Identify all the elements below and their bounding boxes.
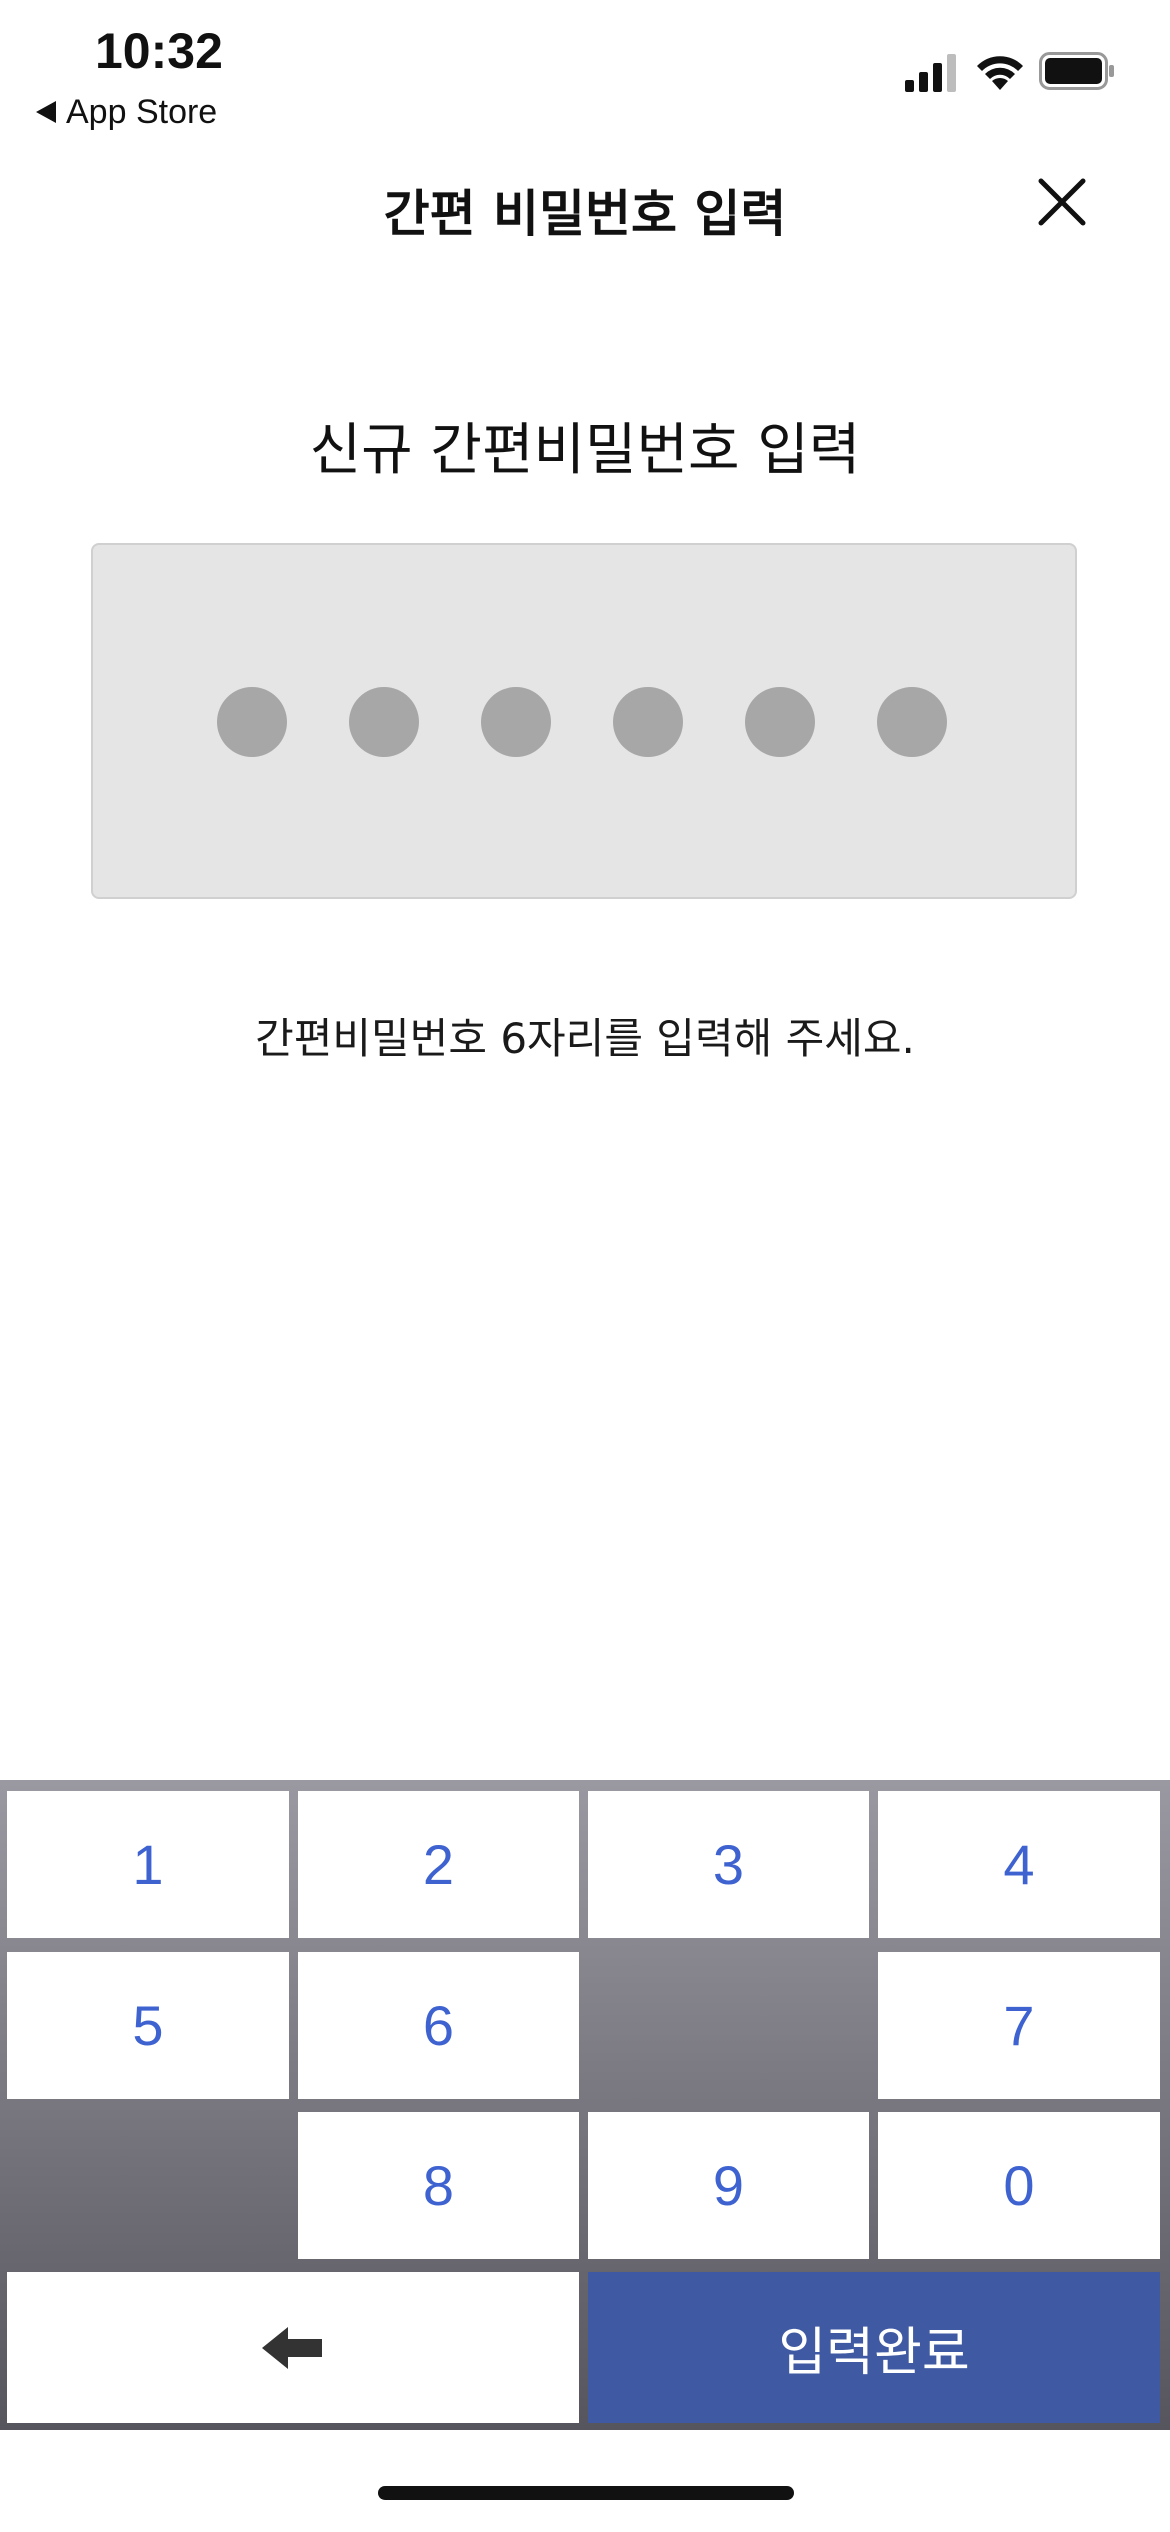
status-bar: 10:32 App Store xyxy=(0,0,1170,140)
pin-dot xyxy=(877,687,947,757)
confirm-button[interactable]: 입력완료 xyxy=(588,2272,1160,2423)
pin-dot xyxy=(613,687,683,757)
pin-input-box xyxy=(91,543,1077,899)
home-indicator xyxy=(378,2486,794,2500)
wifi-icon xyxy=(977,56,1023,90)
backspace-button[interactable] xyxy=(7,2272,579,2423)
pin-dot xyxy=(745,687,815,757)
key-4[interactable]: 4 xyxy=(878,1791,1160,1938)
key-2[interactable]: 2 xyxy=(298,1791,579,1938)
nav-bar: 간편 비밀번호 입력 xyxy=(0,140,1170,270)
status-time: 10:32 xyxy=(95,23,223,79)
key-8[interactable]: 8 xyxy=(298,2112,579,2259)
backspace-arrow-icon xyxy=(262,2326,322,2369)
pin-dot xyxy=(349,687,419,757)
page-title: 간편 비밀번호 입력 xyxy=(383,185,787,243)
section-title: 신규 간편비밀번호 입력 xyxy=(309,418,861,483)
key-1[interactable]: 1 xyxy=(7,1791,289,1938)
cellular-signal-icon xyxy=(905,54,956,92)
pin-dot xyxy=(481,687,551,757)
key-7[interactable]: 7 xyxy=(878,1952,1160,2099)
key-3[interactable]: 3 xyxy=(588,1791,869,1938)
key-9[interactable]: 9 xyxy=(588,2112,869,2259)
back-triangle-icon xyxy=(36,101,56,123)
key-0[interactable]: 0 xyxy=(878,2112,1160,2259)
pin-hint-text: 간편비밀번호 6자리를 입력해 주세요. xyxy=(255,1014,915,1063)
close-icon[interactable] xyxy=(1035,175,1089,229)
key-5[interactable]: 5 xyxy=(7,1952,289,2099)
number-keypad: 1 2 3 4 5 6 7 8 9 0 입력완료 xyxy=(0,1780,1170,2430)
key-6[interactable]: 6 xyxy=(298,1952,579,2099)
back-app-label: App Store xyxy=(66,92,218,131)
pin-dot xyxy=(217,687,287,757)
back-to-app-store-link[interactable]: App Store xyxy=(36,90,217,134)
battery-icon xyxy=(1039,52,1114,90)
